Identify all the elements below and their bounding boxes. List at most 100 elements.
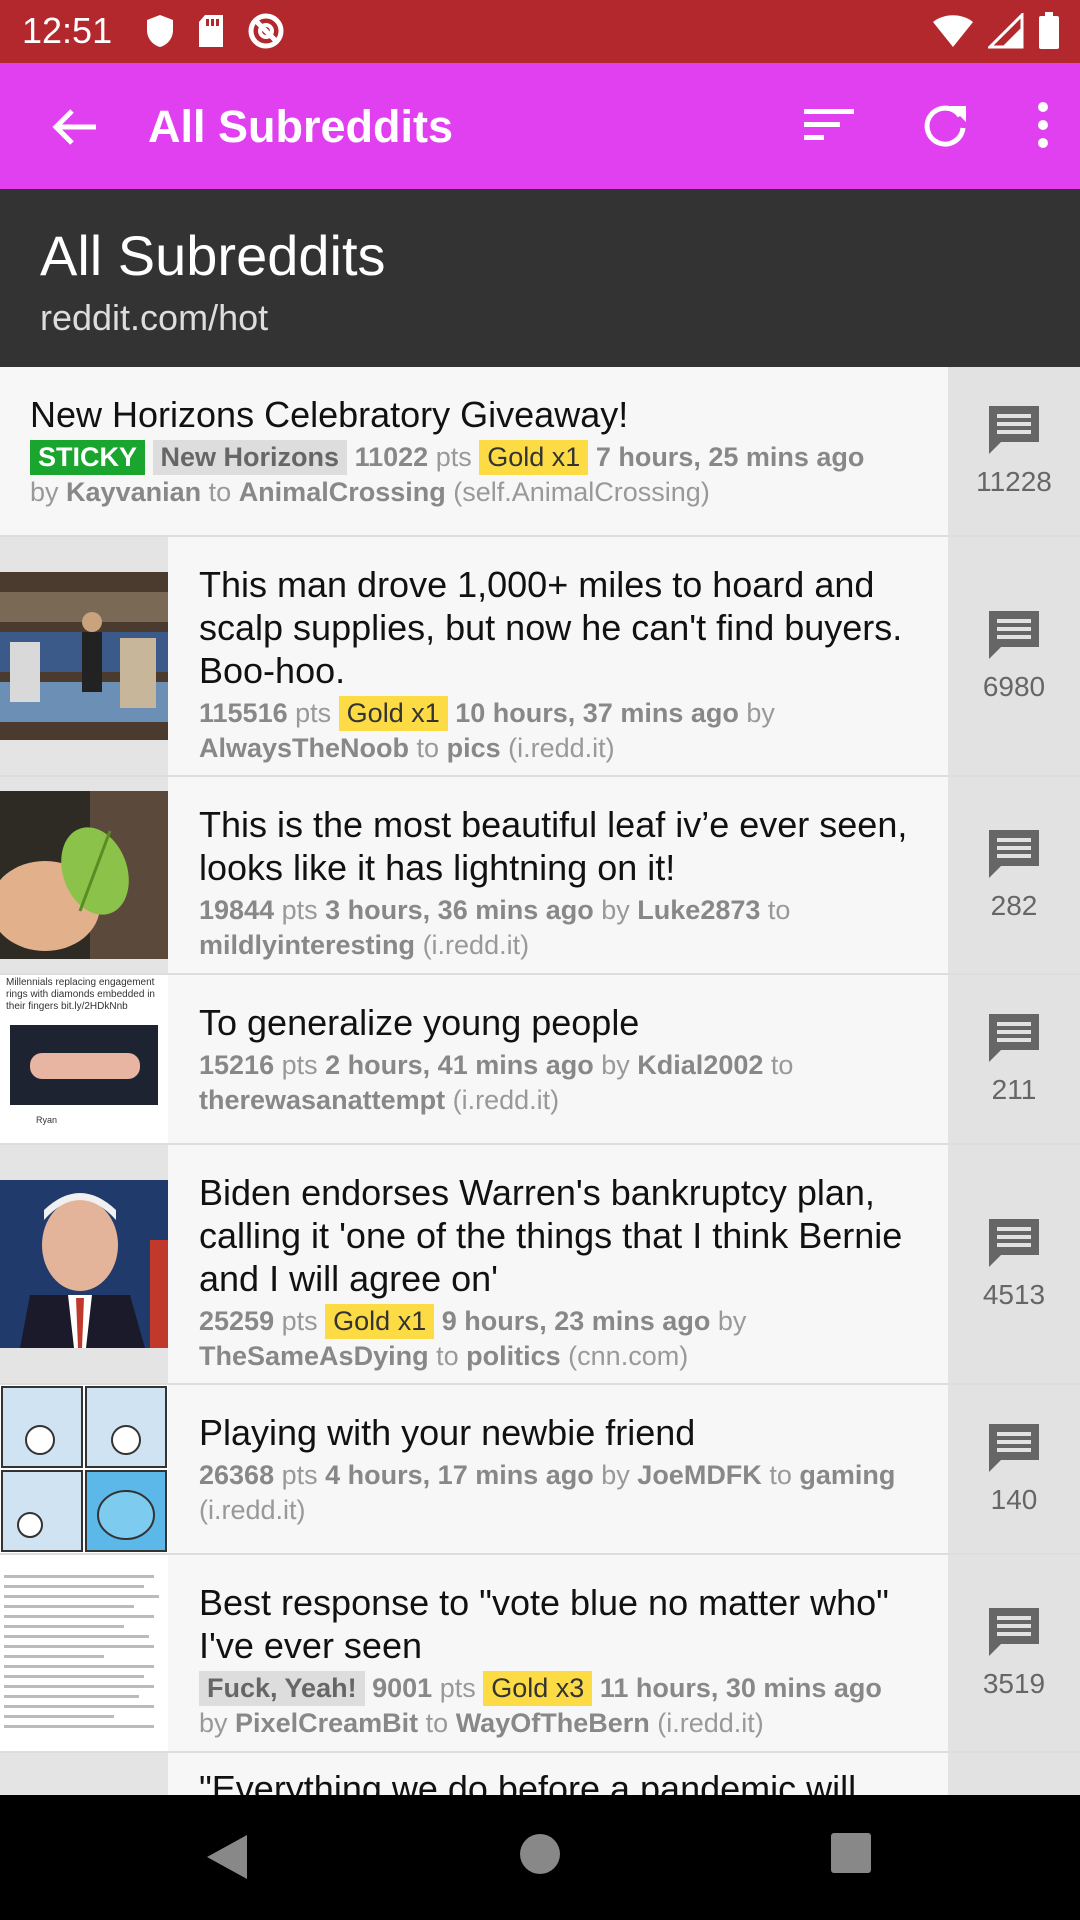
to-label: to xyxy=(416,733,440,763)
post-meta: 115516 pts Gold x1 10 hours, 37 mins ago… xyxy=(199,696,920,766)
header-title: All Subreddits xyxy=(40,224,386,287)
gold-badge: Gold x3 xyxy=(483,1671,593,1706)
to-label: to xyxy=(436,1341,459,1371)
status-bar: 12:51 xyxy=(0,0,1080,63)
thumbnail-image xyxy=(0,1180,168,1348)
post-points: 15216 xyxy=(199,1050,275,1080)
wifi-icon xyxy=(933,15,973,47)
back-arrow-icon[interactable] xyxy=(48,101,100,153)
battery-icon xyxy=(1039,12,1059,49)
nav-recents-icon[interactable] xyxy=(831,1833,871,1873)
by-label: by xyxy=(601,895,630,925)
comment-count: 211 xyxy=(991,1074,1037,1105)
to-label: to xyxy=(769,1460,792,1490)
nav-back-icon[interactable] xyxy=(205,1833,249,1881)
post-title: This is the most beautiful leaf iv’e eve… xyxy=(199,804,908,888)
post-item[interactable]: This man drove 1,000+ miles to hoard and… xyxy=(0,537,1080,777)
post-subreddit[interactable]: WayOfTheBern xyxy=(456,1708,650,1738)
comments-button[interactable]: 4513 xyxy=(948,1145,1080,1383)
post-meta: 15216 pts 2 hours, 41 mins ago by Kdial2… xyxy=(199,1048,920,1118)
post-points: 26368 xyxy=(199,1460,275,1490)
points-label: pts xyxy=(435,442,472,472)
comment-icon xyxy=(989,406,1039,454)
comments-button[interactable]: 211 xyxy=(948,975,1080,1143)
subreddit-header: All Subreddits reddit.com/hot xyxy=(0,189,1080,367)
to-label: to xyxy=(425,1708,449,1738)
post-author[interactable]: Kayvanian xyxy=(66,477,201,507)
comments-button[interactable] xyxy=(948,1753,1080,1795)
post-thumbnail[interactable] xyxy=(0,1555,168,1751)
sort-icon[interactable] xyxy=(804,105,854,145)
comments-button[interactable]: 282 xyxy=(948,777,1080,973)
post-age: 11 hours, 30 mins ago xyxy=(599,1673,882,1703)
post-author[interactable]: PixelCreamBit xyxy=(235,1708,418,1738)
post-age: 9 hours, 23 mins ago xyxy=(441,1306,711,1336)
post-domain: (self.AnimalCrossing) xyxy=(453,477,710,507)
post-title: "Everything we do before a pandemic will xyxy=(199,1768,857,1795)
post-title: To generalize young people xyxy=(199,1002,640,1043)
post-item[interactable]: This is the most beautiful leaf iv’e eve… xyxy=(0,777,1080,975)
points-label: pts xyxy=(281,1050,318,1080)
to-label: to xyxy=(770,1050,794,1080)
post-thumbnail[interactable] xyxy=(0,1385,168,1553)
post-points: 19844 xyxy=(199,895,275,925)
post-domain: (i.redd.it) xyxy=(508,733,615,763)
post-thumbnail[interactable] xyxy=(0,1753,168,1795)
thumbnail-caption: Millennials replacing engagement rings w… xyxy=(6,977,155,1012)
comments-button[interactable]: 140 xyxy=(948,1385,1080,1553)
post-author[interactable]: Luke2873 xyxy=(637,895,760,925)
post-title: This man drove 1,000+ miles to hoard and… xyxy=(199,564,903,691)
post-subreddit[interactable]: pics xyxy=(447,733,501,763)
points-label: pts xyxy=(295,698,332,728)
flair-badge: New Horizons xyxy=(152,440,348,475)
post-item[interactable]: "Everything we do before a pandemic will xyxy=(0,1753,1080,1795)
post-points: 115516 xyxy=(199,698,288,728)
post-subreddit[interactable]: AnimalCrossing xyxy=(239,477,446,507)
post-item[interactable]: Playing with your newbie friend 26368 pt… xyxy=(0,1385,1080,1555)
post-author[interactable]: TheSameAsDying xyxy=(199,1341,429,1371)
post-thumbnail[interactable] xyxy=(0,777,168,973)
post-points: 25259 xyxy=(199,1306,275,1336)
by-label: by xyxy=(601,1050,630,1080)
more-options-icon[interactable] xyxy=(1036,101,1050,149)
sd-card-icon xyxy=(199,15,223,47)
post-list[interactable]: New Horizons Celebratory Giveaway! STICK… xyxy=(0,367,1080,1795)
post-item[interactable]: Best response to "vote blue no matter wh… xyxy=(0,1555,1080,1753)
post-item[interactable]: Biden endorses Warren's bankruptcy plan,… xyxy=(0,1145,1080,1385)
by-label: by xyxy=(601,1460,630,1490)
header-subtitle: reddit.com/hot xyxy=(40,297,269,338)
post-subreddit[interactable]: gaming xyxy=(799,1460,895,1490)
nav-home-icon[interactable] xyxy=(519,1833,561,1875)
post-thumbnail[interactable] xyxy=(0,537,168,775)
comment-icon xyxy=(989,1014,1039,1062)
signal-icon xyxy=(988,13,1024,49)
post-author[interactable]: JoeMDFK xyxy=(637,1460,762,1490)
post-subreddit[interactable]: mildlyinteresting xyxy=(199,930,415,960)
thumbnail-image xyxy=(0,1385,168,1553)
post-subreddit[interactable]: therewasanattempt xyxy=(199,1085,445,1115)
thumbnail-image xyxy=(0,791,168,959)
comments-button[interactable]: 3519 xyxy=(948,1555,1080,1751)
thumbnail-image xyxy=(0,572,168,740)
post-author[interactable]: Kdial2002 xyxy=(637,1050,763,1080)
post-author[interactable]: AlwaysTheNoob xyxy=(199,733,409,763)
status-time: 12:51 xyxy=(22,10,113,51)
post-item[interactable]: Millennials replacing engagement rings w… xyxy=(0,975,1080,1145)
refresh-icon[interactable] xyxy=(922,102,968,148)
post-age: 2 hours, 41 mins ago xyxy=(325,1050,594,1080)
app-bar-title: All Subreddits xyxy=(148,101,454,152)
by-label: by xyxy=(746,698,775,728)
post-points: 9001 xyxy=(372,1673,433,1703)
by-label: by xyxy=(199,1708,228,1738)
comment-count: 11228 xyxy=(976,466,1052,497)
post-domain: (i.redd.it) xyxy=(452,1085,560,1115)
post-thumbnail[interactable]: Millennials replacing engagement rings w… xyxy=(0,975,168,1143)
comments-button[interactable]: 11228 xyxy=(948,367,1080,535)
thumbnail-image xyxy=(0,1569,168,1751)
thumbnail-hand-image xyxy=(10,1025,158,1105)
post-thumbnail[interactable] xyxy=(0,1145,168,1383)
post-subreddit[interactable]: politics xyxy=(466,1341,561,1371)
comments-button[interactable]: 6980 xyxy=(948,537,1080,775)
post-item[interactable]: New Horizons Celebratory Giveaway! STICK… xyxy=(0,367,1080,537)
gold-badge: Gold x1 xyxy=(338,696,448,731)
